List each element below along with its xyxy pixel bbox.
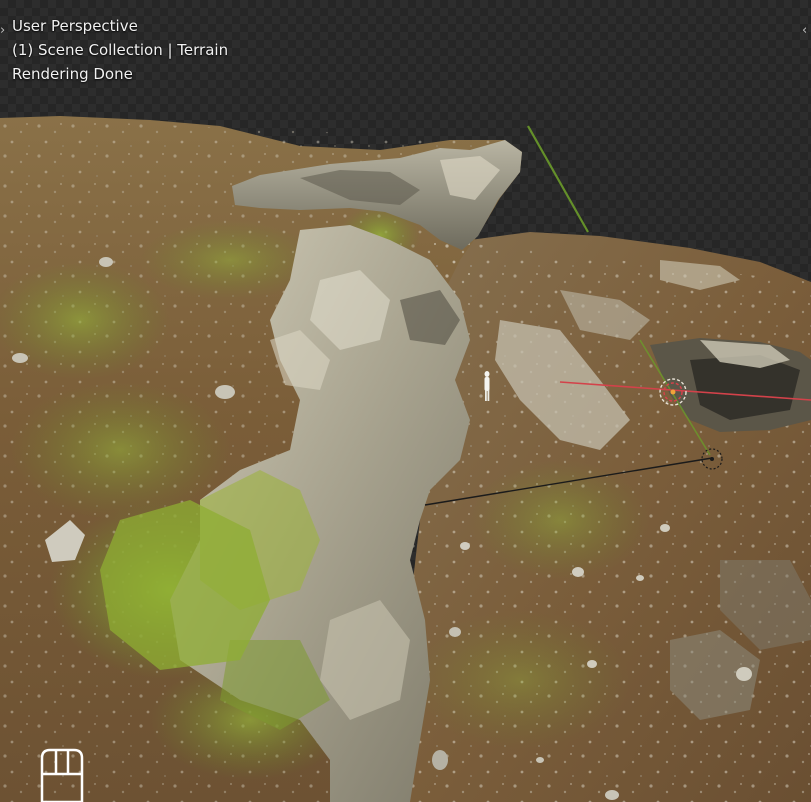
view-name: User Perspective — [12, 17, 138, 35]
collection-info: (1) Scene Collection | Terrain — [12, 41, 229, 59]
chevron-left-icon[interactable]: ‹ — [802, 24, 811, 38]
light-direction-line — [527, 125, 589, 233]
render-status: Rendering Done — [12, 65, 133, 83]
terrain-render[interactable] — [0, 0, 811, 802]
mouse-icon — [40, 748, 84, 802]
viewport-info-overlay: User Perspective (1) Scene Collection | … — [12, 14, 228, 86]
3d-viewport[interactable]: › ‹ User Perspective (1) Scene Collectio… — [0, 0, 811, 802]
chevron-right-icon[interactable]: › — [0, 24, 9, 38]
